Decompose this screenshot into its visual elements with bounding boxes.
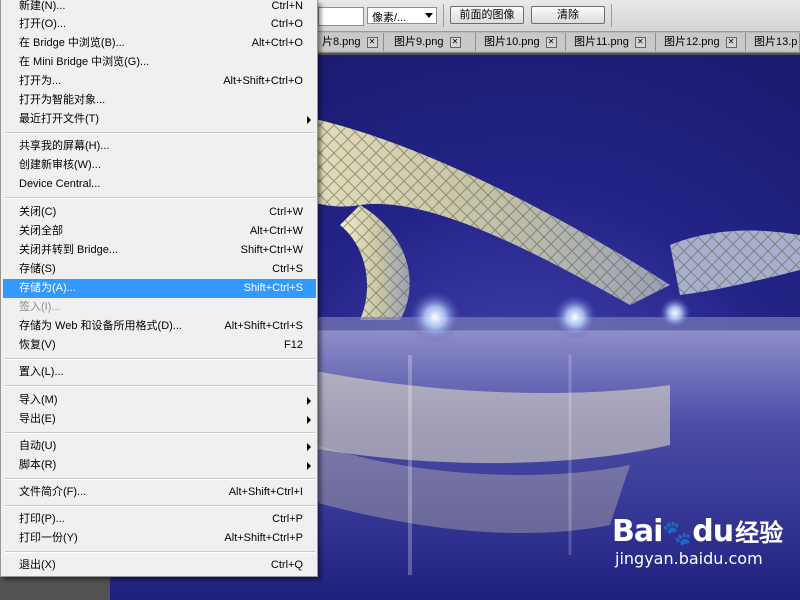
file-menu: 新建(N)... Ctrl+N 打开(O)... Ctrl+O 在 Bridge 中… [0, 0, 318, 577]
menu-separator [5, 132, 315, 134]
menu-item-import[interactable]: 导入(M) [3, 391, 316, 410]
submenu-arrow-icon [307, 116, 311, 124]
close-icon[interactable]: ✕ [449, 36, 461, 48]
tab-image-13[interactable]: 图片13.p [746, 33, 800, 51]
divider [611, 4, 612, 27]
tab-image-9[interactable]: 图片9.png ✕ [384, 33, 476, 51]
close-icon[interactable]: ✕ [634, 36, 646, 48]
menu-item-browse-in-bridge[interactable]: 在 Bridge 中浏览(B)... Alt+Ctrl+O [3, 34, 316, 53]
divider [443, 4, 444, 27]
baidu-jingyan-watermark: Bai🐾du经验 jingyan.baidu.com [612, 513, 783, 568]
menu-item-automate[interactable]: 自动(U) [3, 437, 316, 456]
submenu-arrow-icon [307, 416, 311, 424]
close-icon[interactable]: ✕ [725, 36, 737, 48]
menu-separator [5, 358, 315, 360]
tab-image-12[interactable]: 图片12.png ✕ [656, 33, 746, 51]
menu-separator [5, 197, 315, 199]
menu-item-exit[interactable]: 退出(X) Ctrl+Q [3, 556, 316, 575]
menu-item-device-central[interactable]: Device Central... [3, 175, 316, 194]
watermark-url: jingyan.baidu.com [615, 549, 763, 568]
menu-item-save[interactable]: 存储(S) Ctrl+S [3, 260, 316, 279]
menu-separator [5, 505, 315, 507]
tab-label: 图片11.png [574, 36, 629, 48]
menu-item-close[interactable]: 关闭(C) Ctrl+W [3, 203, 316, 222]
menu-item-check-in: 签入(I)... [19, 301, 61, 313]
tab-label: 图片12.png [664, 36, 720, 48]
menu-item-revert[interactable]: 恢复(V) F12 [3, 336, 316, 355]
watermark-jingyan: 经验 [735, 519, 784, 547]
menu-item-open-recent[interactable]: 最近打开文件(T) [3, 110, 316, 129]
menu-item-open[interactable]: 打开(O)... Ctrl+O [3, 15, 316, 34]
menu-item-scripts[interactable]: 脚本(R) [3, 456, 316, 475]
menu-item-close-all[interactable]: 关闭全部 Alt+Ctrl+W [3, 222, 316, 241]
front-image-button[interactable]: 前面的图像 [450, 6, 524, 24]
chevron-down-icon [425, 13, 433, 18]
menu-item-print-one-copy[interactable]: 打印一份(Y) Alt+Shift+Ctrl+P [3, 529, 316, 548]
unit-select-value: 像素/... [372, 12, 407, 24]
paw-icon: 🐾 [662, 519, 693, 547]
menu-item-file-info[interactable]: 文件简介(F)... Alt+Shift+Ctrl+I [3, 483, 316, 502]
menu-item-browse-in-mini-bridge[interactable]: 在 Mini Bridge 中浏览(G)... [3, 53, 316, 72]
menu-separator [5, 478, 315, 480]
menu-item-print[interactable]: 打印(P)... Ctrl+P [3, 510, 316, 529]
menu-separator [5, 385, 315, 387]
menu-item-place[interactable]: 置入(L)... [3, 363, 316, 382]
clear-button[interactable]: 清除 [531, 6, 605, 24]
menu-item-save-for-web[interactable]: 存储为 Web 和设备所用格式(D)... Alt+Shift+Ctrl+S [3, 317, 316, 336]
tab-label: 片8.png [322, 36, 361, 48]
close-icon[interactable]: ✕ [366, 36, 378, 48]
tab-label: 图片13.p [754, 36, 798, 48]
watermark-brand-suffix: du [692, 514, 734, 549]
tab-label: 图片10.png [484, 36, 540, 48]
menu-separator [5, 551, 315, 553]
close-icon[interactable]: ✕ [545, 36, 557, 48]
menu-item-export[interactable]: 导出(E) [3, 410, 316, 429]
submenu-arrow-icon [307, 462, 311, 470]
tab-image-10[interactable]: 图片10.png ✕ [476, 33, 566, 51]
unit-select[interactable]: 像素/... [367, 7, 437, 24]
menu-item-open-as-smart-object[interactable]: 打开为智能对象... [3, 91, 316, 110]
tab-image-8[interactable]: 片8.png ✕ [318, 33, 384, 51]
submenu-arrow-icon [307, 397, 311, 405]
menu-item-close-and-go-to-bridge[interactable]: 关闭并转到 Bridge... Shift+Ctrl+W [3, 241, 316, 260]
menu-item-create-new-review[interactable]: 创建新审核(W)... [3, 156, 316, 175]
tab-image-11[interactable]: 图片11.png ✕ [566, 33, 656, 51]
menu-separator [5, 432, 315, 434]
menu-item-open-as[interactable]: 打开为... Alt+Shift+Ctrl+O [3, 72, 316, 91]
menu-item-new[interactable]: 新建(N)... Ctrl+N [3, 0, 316, 16]
submenu-arrow-icon [307, 443, 311, 451]
menu-item-save-as[interactable]: 存储为(A)... Shift+Ctrl+S [3, 279, 316, 298]
tab-label: 图片9.png [394, 36, 444, 48]
watermark-brand: Bai [612, 514, 663, 549]
value-input[interactable] [318, 7, 364, 26]
menu-item-share-my-screen[interactable]: 共享我的屏幕(H)... [3, 137, 316, 156]
